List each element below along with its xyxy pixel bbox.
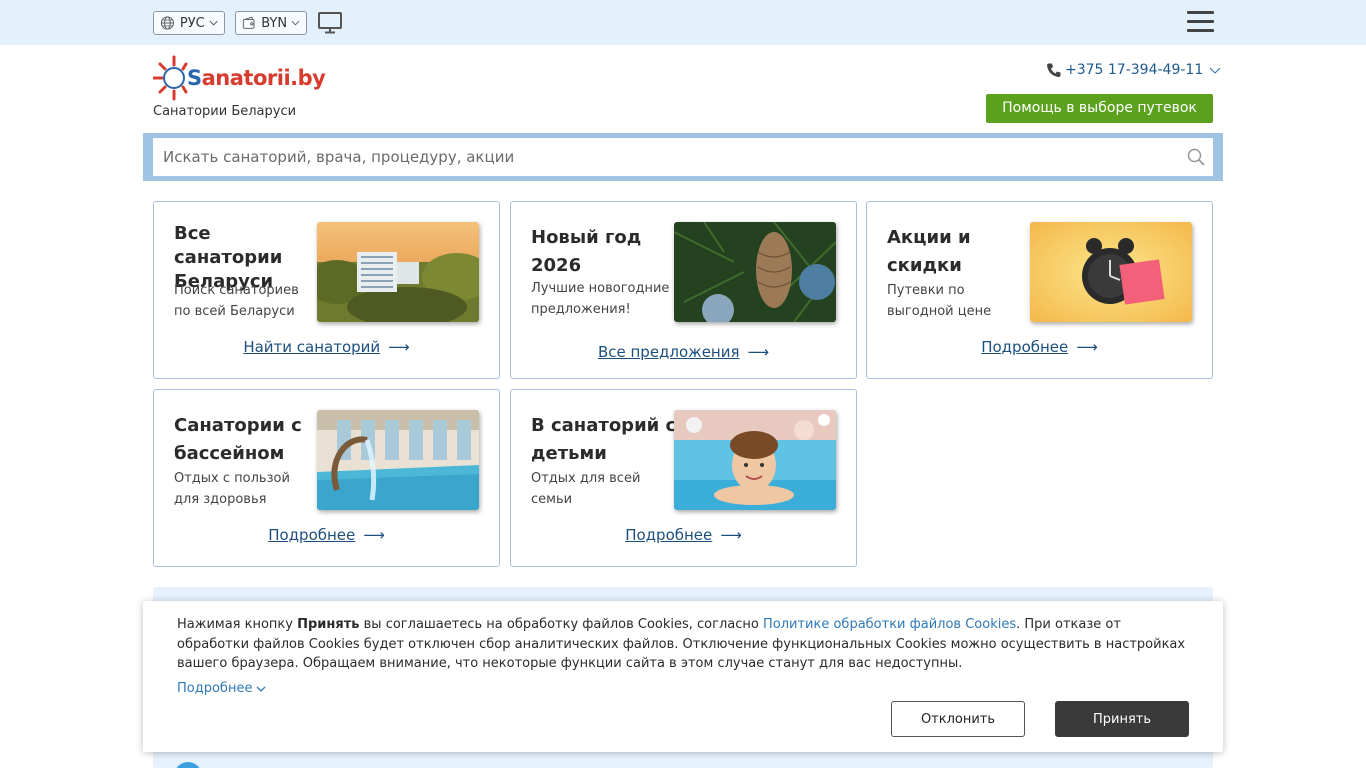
chevron-down-icon: [256, 686, 266, 692]
card-description: Путевки по выгодной цене: [887, 283, 992, 319]
globe-icon: [160, 16, 174, 30]
arrow-right-icon: ⟶: [388, 338, 410, 356]
card-image-christmas-tree: [674, 222, 836, 322]
cookie-policy-link[interactable]: Политике обработки файлов Cookies: [763, 617, 1016, 632]
currency-label: BYN: [261, 15, 288, 31]
chevron-down-icon: [1209, 67, 1221, 74]
card-description: Лучшие новогодние предложения!: [531, 281, 670, 317]
language-label: РУС: [179, 15, 205, 31]
desktop-icon[interactable]: [318, 12, 342, 34]
cookie-decline-button[interactable]: Отклонить: [891, 701, 1025, 737]
card-pool-sanatoriums[interactable]: Санатории с бассейном Отдых с пользой дл…: [153, 389, 500, 567]
card-description: Поиск санаториев по всей Беларуси: [174, 283, 299, 319]
cookie-banner: Нажимая кнопку Принять вы соглашаетесь н…: [143, 601, 1223, 752]
search-icon[interactable]: [1187, 148, 1205, 166]
card-promotions[interactable]: Акции и скидки Путевки по выгодной цене …: [866, 201, 1213, 379]
arrow-right-icon: ⟶: [1076, 338, 1098, 356]
phone-selector[interactable]: +375 17-394-49-11: [1046, 62, 1224, 78]
card-with-children[interactable]: В санаторий с детьми Отдых для всей семь…: [510, 389, 857, 567]
card-image-child-in-pool: [674, 410, 836, 510]
card-new-year[interactable]: Новый год 2026 Лучшие новогодние предлож…: [510, 201, 857, 379]
promotions-more-link[interactable]: Подробнее ⟶: [867, 338, 1212, 356]
cookie-more-toggle[interactable]: Подробнее: [177, 681, 266, 696]
card-image-swimming-pool: [317, 410, 479, 510]
search-bar: [143, 133, 1223, 181]
help-choose-button[interactable]: Помощь в выборе путевок: [986, 94, 1213, 123]
phone-icon: [1047, 63, 1061, 77]
card-all-sanatoriums[interactable]: Все санатории Беларуси Поиск санаториев …: [153, 201, 500, 379]
currency-selector[interactable]: BYN: [235, 11, 307, 35]
find-sanatorium-link[interactable]: Найти санаторий ⟶: [154, 338, 499, 356]
cookie-accept-button[interactable]: Принять: [1055, 701, 1189, 737]
card-title: Новый год 2026: [531, 227, 642, 276]
card-title: В санаторий с детьми: [531, 415, 677, 464]
logo-wordmark: Sanatorii.by: [187, 66, 326, 90]
card-title: Санатории с бассейном: [174, 415, 302, 464]
card-title: Акции и скидки: [887, 227, 971, 276]
card-image-sanatorium-building: [317, 222, 479, 322]
all-offers-link[interactable]: Все предложения ⟶: [511, 343, 856, 361]
search-input[interactable]: [153, 138, 1213, 176]
card-image-alarm-clock: [1030, 222, 1192, 322]
chevron-down-icon: [209, 20, 218, 26]
chevron-down-icon: [291, 20, 300, 26]
card-description: Отдых для всей семьи: [531, 471, 641, 507]
arrow-right-icon: ⟶: [363, 526, 385, 544]
card-description: Отдых с пользой для здоровья: [174, 471, 290, 507]
pool-more-link[interactable]: Подробнее ⟶: [154, 526, 499, 544]
arrow-right-icon: ⟶: [720, 526, 742, 544]
site-logo[interactable]: Sanatorii.by: [153, 55, 326, 101]
language-selector[interactable]: РУС: [153, 11, 225, 35]
wallet-icon: [242, 16, 255, 29]
arrow-right-icon: ⟶: [747, 343, 770, 361]
top-bar: РУС BYN: [0, 0, 1366, 45]
phone-number: +375 17-394-49-11: [1065, 62, 1204, 78]
menu-icon[interactable]: [1187, 11, 1214, 35]
cookie-text: Нажимая кнопку Принять вы соглашаетесь н…: [177, 617, 1186, 671]
site-subtitle: Санатории Беларуси: [153, 104, 297, 119]
children-more-link[interactable]: Подробнее ⟶: [511, 526, 856, 544]
